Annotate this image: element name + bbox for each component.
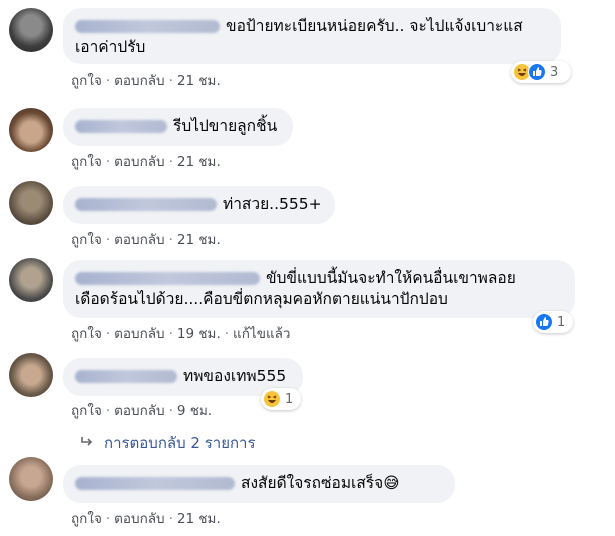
comment-actions: ถูกใจ · ตอบกลับ · 21 ชม. [71,154,221,170]
avatar[interactable] [9,8,53,52]
timestamp[interactable]: 21 ชม. [177,73,221,89]
like-link[interactable]: ถูกใจ [71,511,102,527]
comment-bubble: สงสัยดีใจรถซ่อมเสร็จ😅 [63,465,455,503]
avatar[interactable] [9,258,53,302]
reaction-count: 1 [285,391,294,407]
avatar[interactable] [9,353,53,397]
reply-link[interactable]: ตอบกลับ [114,73,164,89]
comment-text-line-2: เอาค่าปรับ [75,38,146,56]
commenter-name-blurred[interactable] [75,198,217,211]
avatar[interactable] [9,457,53,501]
like-link[interactable]: ถูกใจ [71,232,102,248]
comment-bubble: ขับขี่แบบนี้มันจะทำให้คนอื่นเขาพลอย เดือ… [63,260,575,318]
commenter-name-blurred[interactable] [75,20,220,33]
like-link[interactable]: ถูกใจ [71,154,102,170]
commenter-name-blurred[interactable] [75,272,260,285]
comment-text: สงสัยดีใจรถซ่อมเสร็จ😅 [241,474,400,492]
comment-text-line-2: เดือดร้อนไปด้วย....คือบขี่ตกหลุมคอหักตาย… [75,290,448,308]
reply-link[interactable]: ตอบกลับ [114,232,164,248]
reaction-summary[interactable]: 1 [533,311,573,333]
reaction-count: 3 [550,64,559,80]
comment-actions: ถูกใจ · ตอบกลับ · 21 ชม. [71,73,221,89]
reply-link[interactable]: ตอบกลับ [114,326,164,342]
like-link[interactable]: ถูกใจ [71,73,102,89]
like-link[interactable]: ถูกใจ [71,326,102,342]
comment-bubble: ขอป้ายทะเบียนหน่อยครับ.. จะไปแจ้งเบาะแส … [63,8,561,64]
timestamp[interactable]: 21 ชม. [177,232,221,248]
timestamp[interactable]: 21 ชม. [177,154,221,170]
reply-arrow-icon [80,434,94,452]
haha-icon [263,390,281,408]
commenter-name-blurred[interactable] [75,120,167,133]
comment-bubble: รีบไปขายลูกชิ้น [63,108,293,146]
edited-label[interactable]: แก้ไขแล้ว [233,326,290,342]
comment-actions: ถูกใจ · ตอบกลับ · 19 ชม. · แก้ไขแล้ว [71,326,291,342]
comment-text-line-1: ขอป้ายทะเบียนหน่อยครับ.. จะไปแจ้งเบาะแส [226,17,523,35]
comment-actions: ถูกใจ · ตอบกลับ · 9 ชม. [71,403,213,419]
commenter-name-blurred[interactable] [75,477,235,490]
comment-actions: ถูกใจ · ตอบกลับ · 21 ชม. [71,232,221,248]
avatar[interactable] [9,108,53,152]
like-icon [535,313,553,331]
comment-actions: ถูกใจ · ตอบกลับ · 21 ชม. [71,511,221,527]
commenter-name-blurred[interactable] [75,370,177,383]
reply-link[interactable]: ตอบกลับ [114,511,164,527]
reaction-count: 1 [557,314,566,330]
reply-link[interactable]: ตอบกลับ [114,154,164,170]
reaction-summary[interactable]: 3 [511,61,571,83]
timestamp[interactable]: 21 ชม. [177,511,221,527]
like-icon [528,63,546,81]
comment-text: ทพของเทพ555 [183,367,287,385]
view-replies-link[interactable]: การตอบกลับ 2 รายการ [80,431,256,455]
comment-text-line-1: ขับขี่แบบนี้มันจะทำให้คนอื่นเขาพลอย [266,269,516,287]
timestamp[interactable]: 9 ชม. [177,403,212,419]
comment-bubble: ท่าสวย..555+ [63,186,335,224]
timestamp[interactable]: 19 ชม. [177,326,221,342]
reaction-summary[interactable]: 1 [261,388,301,410]
comment-text: รีบไปขายลูกชิ้น [173,117,278,135]
comment-text: ท่าสวย..555+ [223,195,322,213]
reply-link[interactable]: ตอบกลับ [114,403,164,419]
avatar[interactable] [9,181,53,225]
like-link[interactable]: ถูกใจ [71,403,102,419]
view-replies-label: การตอบกลับ 2 รายการ [104,434,256,452]
